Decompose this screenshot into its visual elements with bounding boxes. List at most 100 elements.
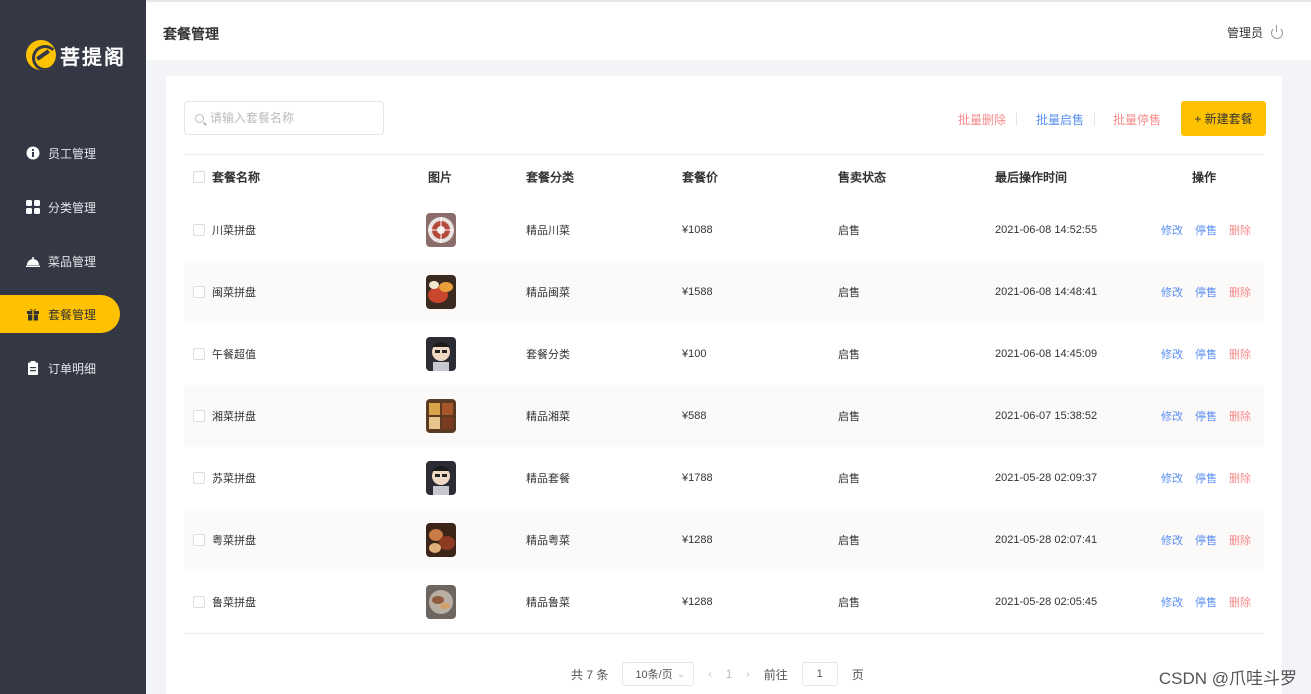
sidebar-item-orders[interactable]: 订单明细 <box>0 349 120 387</box>
row-time: 2021-05-28 02:07:41 <box>995 534 1098 546</box>
watermark: CSDN @爪哇斗罗 <box>1158 669 1297 688</box>
table-row: 湘菜拼盘 精品湘菜 ¥588 启售 2021-06-07 15:38:52 修改… <box>184 385 1264 447</box>
page-size-value: 10条/页 <box>635 669 673 681</box>
row-actions: 修改 停售 删除 <box>1161 408 1251 424</box>
sidebar-item-label: 员工管理 <box>48 146 97 161</box>
page-size-select[interactable]: 10条/页 ⌄ <box>622 662 695 686</box>
disable-button[interactable]: 停售 <box>1195 222 1217 238</box>
delete-button[interactable]: 删除 <box>1229 284 1251 300</box>
row-checkbox[interactable] <box>193 410 205 422</box>
delete-button[interactable]: 删除 <box>1229 408 1251 424</box>
select-all-checkbox[interactable] <box>193 171 205 183</box>
current-page[interactable]: 1 <box>726 667 733 681</box>
disable-button[interactable]: 停售 <box>1195 594 1217 610</box>
row-price: ¥588 <box>682 410 707 422</box>
row-actions: 修改 停售 删除 <box>1161 470 1251 486</box>
edit-button[interactable]: 修改 <box>1161 222 1183 238</box>
cloche-icon <box>26 254 40 268</box>
goto-page-input[interactable]: 1 <box>801 662 838 686</box>
pagination: 共 7 条 10条/页 ⌄ ‹ 1 › 前往 1 页 <box>571 662 864 686</box>
batch-enable-button[interactable]: 批量启售 <box>1036 111 1084 128</box>
divider <box>1016 112 1017 126</box>
edit-button[interactable]: 修改 <box>1161 346 1183 362</box>
grid-icon <box>26 200 40 214</box>
batch-disable-button[interactable]: 批量停售 <box>1113 111 1161 128</box>
disable-button[interactable]: 停售 <box>1195 470 1217 486</box>
row-checkbox[interactable] <box>193 348 205 360</box>
total-count: 共 7 条 <box>571 667 609 682</box>
header-status: 售卖状态 <box>838 170 887 185</box>
brand-name: 菩提阁 <box>60 46 126 69</box>
row-price: ¥1588 <box>682 286 713 298</box>
delete-button[interactable]: 删除 <box>1229 594 1251 610</box>
row-price: ¥1788 <box>682 472 713 484</box>
table-row: 苏菜拼盘 精品套餐 ¥1788 启售 2021-05-28 02:09:37 修… <box>184 447 1264 509</box>
header-name: 套餐名称 <box>212 170 261 185</box>
row-time: 2021-06-08 14:45:09 <box>995 348 1098 360</box>
goto-label: 前往 <box>763 667 788 682</box>
sidebar-item-label: 订单明细 <box>48 361 97 376</box>
row-name: 鲁菜拼盘 <box>212 597 256 609</box>
user-menu[interactable]: 管理员 <box>1227 24 1283 41</box>
row-time: 2021-06-08 14:48:41 <box>995 286 1098 298</box>
sidebar-item-label: 套餐管理 <box>48 307 97 322</box>
sidebar-item-setmeal[interactable]: 套餐管理 <box>0 295 120 333</box>
search-box[interactable] <box>184 101 384 135</box>
edit-button[interactable]: 修改 <box>1161 284 1183 300</box>
edit-button[interactable]: 修改 <box>1161 532 1183 548</box>
row-name: 川菜拼盘 <box>212 225 256 237</box>
sidebar: 菩提阁 员工管理 分类管理 菜品管理 套餐管理 订单明细 <box>0 0 146 694</box>
row-name: 午餐超值 <box>212 349 256 361</box>
sidebar-item-category[interactable]: 分类管理 <box>0 188 120 226</box>
next-page-icon[interactable]: › <box>746 669 749 680</box>
row-actions: 修改 停售 删除 <box>1161 594 1251 610</box>
brand-logo[interactable]: 菩提阁 <box>26 40 126 70</box>
row-category: 精品湘菜 <box>526 411 570 423</box>
batch-delete-button[interactable]: 批量删除 <box>958 111 1006 128</box>
logout-power-icon[interactable] <box>1271 24 1283 39</box>
edit-button[interactable]: 修改 <box>1161 408 1183 424</box>
prev-page-icon[interactable]: ‹ <box>708 669 711 680</box>
row-category: 精品闽菜 <box>526 287 570 299</box>
row-checkbox[interactable] <box>193 286 205 298</box>
disable-button[interactable]: 停售 <box>1195 408 1217 424</box>
page-title: 套餐管理 <box>163 26 219 42</box>
row-actions: 修改 停售 删除 <box>1161 532 1251 548</box>
row-checkbox[interactable] <box>193 224 205 236</box>
row-category: 套餐分类 <box>526 349 570 361</box>
delete-button[interactable]: 删除 <box>1229 532 1251 548</box>
dish-thumbnail <box>426 275 456 309</box>
delete-button[interactable]: 删除 <box>1229 470 1251 486</box>
search-input[interactable] <box>210 111 380 125</box>
row-price: ¥100 <box>682 348 707 360</box>
disable-button[interactable]: 停售 <box>1195 284 1217 300</box>
sidebar-item-label: 菜品管理 <box>48 254 97 269</box>
top-header: 套餐管理 管理员 <box>146 0 1311 60</box>
row-name: 粤菜拼盘 <box>212 535 256 547</box>
edit-button[interactable]: 修改 <box>1161 594 1183 610</box>
page-suffix: 页 <box>851 667 864 682</box>
add-setmeal-button[interactable]: + 新建套餐 <box>1181 101 1266 136</box>
chevron-down-icon: ⌄ <box>676 668 686 680</box>
delete-button[interactable]: 删除 <box>1229 222 1251 238</box>
disable-button[interactable]: 停售 <box>1195 346 1217 362</box>
row-checkbox[interactable] <box>193 472 205 484</box>
table-header: 套餐名称 图片 套餐分类 套餐价 售卖状态 最后操作时间 操作 <box>184 155 1264 199</box>
row-category: 精品鲁菜 <box>526 597 570 609</box>
sidebar-item-staff[interactable]: 员工管理 <box>0 134 120 172</box>
row-checkbox[interactable] <box>193 596 205 608</box>
header-ops: 操作 <box>1192 170 1217 185</box>
table-row: 午餐超值 套餐分类 ¥100 启售 2021-06-08 14:45:09 修改… <box>184 323 1264 385</box>
row-category: 精品川菜 <box>526 225 570 237</box>
row-time: 2021-05-28 02:09:37 <box>995 472 1098 484</box>
row-name: 湘菜拼盘 <box>212 411 256 423</box>
sidebar-item-dish[interactable]: 菜品管理 <box>0 242 120 280</box>
edit-button[interactable]: 修改 <box>1161 470 1183 486</box>
disable-button[interactable]: 停售 <box>1195 532 1217 548</box>
row-status: 启售 <box>838 597 860 609</box>
row-checkbox[interactable] <box>193 534 205 546</box>
delete-button[interactable]: 删除 <box>1229 346 1251 362</box>
row-status: 启售 <box>838 225 860 237</box>
row-actions: 修改 停售 删除 <box>1161 222 1251 238</box>
row-category: 精品套餐 <box>526 473 570 485</box>
